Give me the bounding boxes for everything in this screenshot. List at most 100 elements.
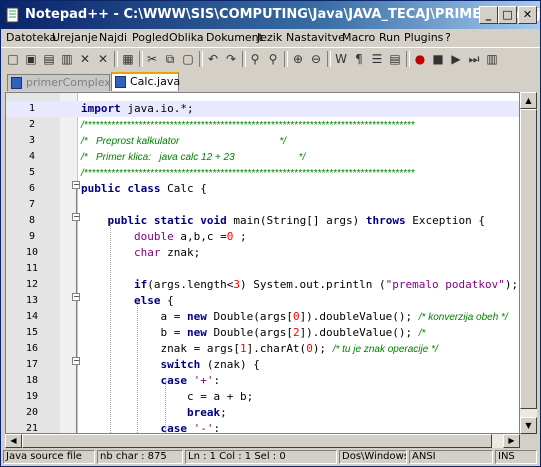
code-line[interactable]: 13 else { bbox=[6, 293, 519, 309]
line-number: 21 bbox=[25, 423, 39, 434]
show-all-chars-icon[interactable]: ¶ bbox=[350, 50, 368, 68]
line-number: 17 bbox=[25, 359, 39, 370]
code-line[interactable]: 12 if(args.length<3) System.out.println … bbox=[6, 277, 519, 293]
line-number: 13 bbox=[25, 295, 39, 306]
menu-macro[interactable]: Macro bbox=[342, 31, 375, 44]
stop-macro-icon[interactable]: ■ bbox=[429, 50, 447, 68]
code-line[interactable]: 20 break; bbox=[6, 405, 519, 421]
menu-dokument[interactable]: Dokument bbox=[206, 31, 263, 44]
zoom-out-icon[interactable]: ⊖ bbox=[307, 50, 325, 68]
menu-urejanje[interactable]: Urejanje bbox=[52, 31, 98, 44]
code-text: case '+': bbox=[160, 374, 221, 387]
code-text: public class Calc { bbox=[81, 182, 207, 195]
menu-run[interactable]: Run bbox=[379, 31, 400, 44]
line-number: 2 bbox=[28, 119, 36, 130]
status-insert-mode: INS bbox=[495, 450, 537, 464]
horizontal-scrollbar[interactable]: ◀ ▶ bbox=[5, 434, 520, 448]
tab-bar: primerComplex.java Calc.java bbox=[1, 71, 540, 91]
line-number: 14 bbox=[25, 311, 39, 322]
line-number: 7 bbox=[28, 199, 36, 210]
scroll-down-icon[interactable]: ▼ bbox=[520, 417, 537, 434]
code-line[interactable]: 6 public class Calc { bbox=[6, 181, 519, 197]
save-icon[interactable]: ▤ bbox=[40, 50, 58, 68]
minimize-button[interactable]: _ bbox=[479, 6, 498, 24]
fold-toggle-icon[interactable]: − bbox=[72, 357, 80, 365]
menu-najdi[interactable]: Najdi bbox=[99, 31, 127, 44]
code-line[interactable]: 21 case '-': bbox=[6, 421, 519, 434]
record-macro-icon[interactable]: ● bbox=[411, 50, 429, 68]
save-macro-icon[interactable]: ▥ bbox=[483, 50, 501, 68]
open-icon[interactable]: ▣ bbox=[22, 50, 40, 68]
code-line[interactable]: 15 b = new Double(args[2]).doubleValue()… bbox=[6, 325, 519, 341]
wrap-icon[interactable]: W bbox=[332, 50, 350, 68]
vertical-scrollbar[interactable]: ▲ ▼ bbox=[520, 92, 537, 434]
replace-icon[interactable]: ⚲ bbox=[264, 50, 282, 68]
scroll-up-icon[interactable]: ▲ bbox=[520, 92, 537, 109]
hscroll-thumb[interactable] bbox=[22, 434, 492, 448]
java-file-icon bbox=[115, 76, 126, 88]
code-line[interactable]: 18 case '+': bbox=[6, 373, 519, 389]
close-all-icon[interactable]: ✕ bbox=[94, 50, 112, 68]
code-line[interactable]: 4 /* Primer klica: java calc 12 + 23 */ bbox=[6, 149, 519, 165]
indent-guide-icon[interactable]: ☰ bbox=[368, 50, 386, 68]
fold-toggle-icon[interactable]: − bbox=[72, 181, 80, 189]
code-text: import java.io.*; bbox=[81, 102, 194, 115]
code-line[interactable]: 17 switch (znak) { bbox=[6, 357, 519, 373]
code-line[interactable]: 10 char znak; bbox=[6, 245, 519, 261]
code-line[interactable]: 1 import java.io.*; bbox=[6, 101, 519, 117]
toolbar-separator bbox=[406, 51, 410, 67]
line-number: 19 bbox=[25, 391, 39, 402]
code-line[interactable]: 19 c = a + b; bbox=[6, 389, 519, 405]
menu-pogled[interactable]: Pogled bbox=[132, 31, 169, 44]
menu-plugins[interactable]: Plugins bbox=[404, 31, 443, 44]
maximize-button[interactable]: □ bbox=[498, 6, 517, 24]
code-line[interactable]: 3 /* Preprost kalkulator */ bbox=[6, 133, 519, 149]
code-line[interactable]: 5 /**************************************… bbox=[6, 165, 519, 181]
menu-oblika[interactable]: Oblika bbox=[169, 31, 204, 44]
run-macro-icon[interactable]: ⏭ bbox=[465, 50, 483, 68]
user-lang-icon[interactable]: ▤ bbox=[386, 50, 404, 68]
copy-icon[interactable]: ⧉ bbox=[161, 50, 179, 68]
scroll-left-icon[interactable]: ◀ bbox=[5, 434, 22, 448]
fold-toggle-icon[interactable]: − bbox=[72, 293, 80, 301]
close-icon[interactable]: ✕ bbox=[76, 50, 94, 68]
new-file-icon[interactable]: □ bbox=[4, 50, 22, 68]
status-eol: Dos\Windows bbox=[339, 450, 407, 464]
toolbar-separator bbox=[327, 51, 331, 67]
code-line[interactable]: 11 bbox=[6, 261, 519, 277]
code-line[interactable]: 2 /**************************************… bbox=[6, 117, 519, 133]
status-position: Ln : 1 Col : 1 Sel : 0 bbox=[185, 450, 337, 464]
scroll-thumb[interactable] bbox=[520, 109, 537, 409]
tab-primercomplex[interactable]: primerComplex.java bbox=[7, 74, 137, 91]
paste-icon[interactable]: ▢ bbox=[179, 50, 197, 68]
code-line[interactable]: 9 double a,b,c =0 ; bbox=[6, 229, 519, 245]
code-line[interactable]: 7 bbox=[6, 197, 519, 213]
line-number: 10 bbox=[25, 247, 39, 258]
status-encoding: ANSI bbox=[409, 450, 493, 464]
play-macro-icon[interactable]: ▶ bbox=[447, 50, 465, 68]
line-number: 16 bbox=[25, 343, 39, 354]
line-number: 15 bbox=[25, 327, 39, 338]
print-icon[interactable]: ▦ bbox=[119, 50, 137, 68]
code-text: b = new Double(args[2]).doubleValue(); /… bbox=[81, 326, 426, 339]
redo-icon[interactable]: ↷ bbox=[222, 50, 240, 68]
zoom-in-icon[interactable]: ⊕ bbox=[289, 50, 307, 68]
title-bar[interactable]: Notepad++ - C:\WWW\SIS\COMPUTING\Java\JA… bbox=[1, 1, 541, 29]
close-window-button[interactable]: ✕ bbox=[518, 6, 537, 24]
find-icon[interactable]: ⚲ bbox=[246, 50, 264, 68]
tab-calc[interactable]: Calc.java bbox=[111, 72, 180, 91]
menu-datoteka[interactable]: Datoteka bbox=[6, 31, 56, 44]
cut-icon[interactable]: ✂ bbox=[143, 50, 161, 68]
menu-jezik[interactable]: Jezik bbox=[257, 31, 282, 44]
code-line[interactable]: 8 public static void main(String[] args)… bbox=[6, 213, 519, 229]
code-line[interactable]: 16 znak = args[1].charAt(0); /* tu je zn… bbox=[6, 341, 519, 357]
menu-nastavitve[interactable]: Nastavitve bbox=[286, 31, 345, 44]
menu-help[interactable]: ? bbox=[445, 31, 451, 44]
code-text: c = a + b; bbox=[81, 390, 254, 403]
scroll-right-icon[interactable]: ▶ bbox=[503, 434, 520, 448]
fold-toggle-icon[interactable]: − bbox=[72, 213, 80, 221]
code-editor[interactable]: 1 import java.io.*; 2 /********************… bbox=[5, 92, 520, 434]
undo-icon[interactable]: ↶ bbox=[204, 50, 222, 68]
save-all-icon[interactable]: ▥ bbox=[58, 50, 76, 68]
code-line[interactable]: 14 a = new Double(args[0]).doubleValue()… bbox=[6, 309, 519, 325]
